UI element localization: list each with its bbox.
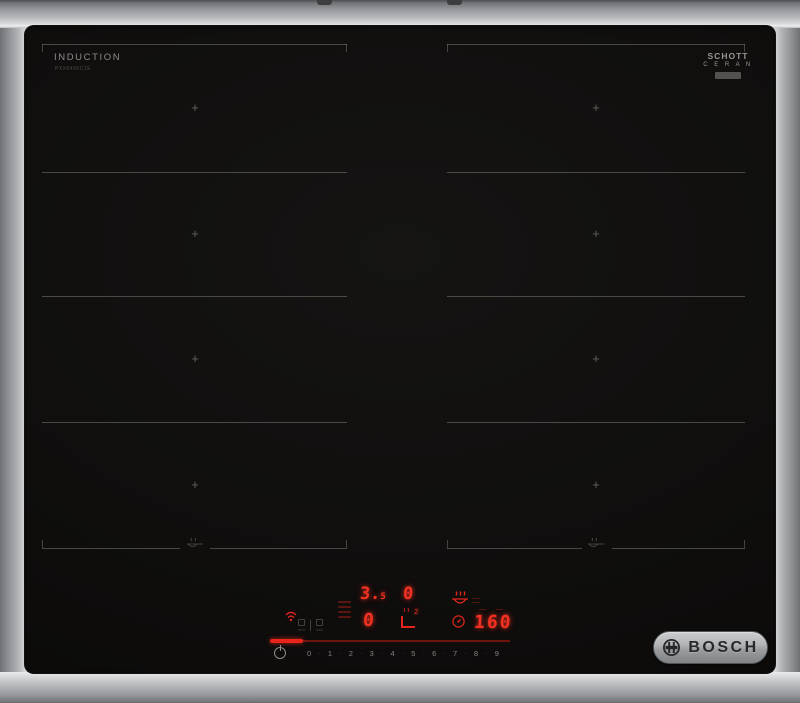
wifi-icon	[285, 611, 297, 622]
mounting-notch	[447, 0, 462, 5]
slider-number[interactable]: 6	[432, 649, 436, 658]
frame-left	[0, 0, 27, 703]
pot-position-mark: +	[191, 351, 199, 366]
cooking-sensor-pot-icon[interactable]	[450, 590, 470, 607]
ceran-wordmark: C E R A N	[703, 62, 753, 68]
induction-label: INDUCTION	[54, 52, 122, 63]
timer-min-key[interactable]: min	[298, 619, 306, 632]
pot-position-mark: +	[592, 100, 600, 115]
model-label: PXX645FC1E	[55, 66, 92, 72]
ceramic-glass-surface: INDUCTION PXX645FC1E SCHOTT C E R A N + …	[24, 25, 776, 674]
slider-number[interactable]: 1	[328, 649, 332, 658]
slider-number[interactable]: 0	[307, 649, 311, 658]
pot-position-mark: +	[191, 226, 199, 241]
slider-number[interactable]: 3	[370, 649, 374, 658]
standby-power-icon[interactable]	[273, 645, 288, 660]
left-zone-level-display: 3.5	[359, 584, 387, 604]
timer-sec-icon	[316, 619, 324, 626]
pan-zone-number: 2	[413, 608, 419, 616]
power-slider-track[interactable]	[272, 640, 510, 642]
slider-number[interactable]: 4	[390, 649, 394, 658]
left-front-level-display: 0	[362, 610, 375, 631]
pot-position-mark: +	[592, 351, 600, 366]
bosch-emblem-icon	[663, 639, 681, 656]
schott-wordmark: SCHOTT	[707, 51, 749, 61]
frying-sensor-pan-icon	[187, 537, 203, 547]
slider-number[interactable]: 7	[453, 649, 457, 658]
pot-position-mark: +	[592, 477, 600, 492]
timer-select-key[interactable]: min sec	[298, 619, 324, 632]
pot-position-mark: +	[191, 100, 199, 115]
schott-badge	[715, 72, 741, 79]
pot-position-mark: +	[191, 477, 199, 492]
frying-sensor-pan-icon	[588, 537, 604, 547]
slider-number[interactable]: 2	[349, 649, 353, 658]
pan-detected-indicator: 2	[398, 606, 420, 635]
bosch-logo-badge: BOSCH	[653, 631, 768, 664]
schott-ceran-logo: SCHOTT C E R A N	[696, 51, 760, 79]
bosch-induction-hob: INDUCTION PXX645FC1E SCHOTT C E R A N + …	[0, 0, 800, 703]
slider-number[interactable]: 5	[411, 649, 415, 658]
frame-bottom	[0, 672, 800, 703]
frame-right	[773, 0, 800, 703]
pot-position-mark: +	[592, 226, 600, 241]
power-slider-active-segment[interactable]	[270, 639, 303, 643]
power-levels-icon	[338, 601, 351, 621]
mounting-notch	[317, 0, 332, 5]
slider-number[interactable]: 8	[474, 649, 478, 658]
bosch-wordmark: BOSCH	[688, 638, 759, 656]
power-level-slider[interactable]: 0 · 1 · 2 · 3 · 4 · 5 · 6 · 7 · 8 · 9	[307, 649, 499, 658]
timer-clock-icon[interactable]	[451, 614, 466, 629]
timer-display: 160	[473, 612, 514, 633]
timer-sec-key[interactable]: sec	[316, 619, 324, 632]
timer-min-icon	[298, 619, 306, 626]
right-zone-level-display: 0	[402, 584, 414, 604]
slider-number[interactable]: 9	[495, 649, 499, 658]
frame-top	[0, 0, 800, 28]
